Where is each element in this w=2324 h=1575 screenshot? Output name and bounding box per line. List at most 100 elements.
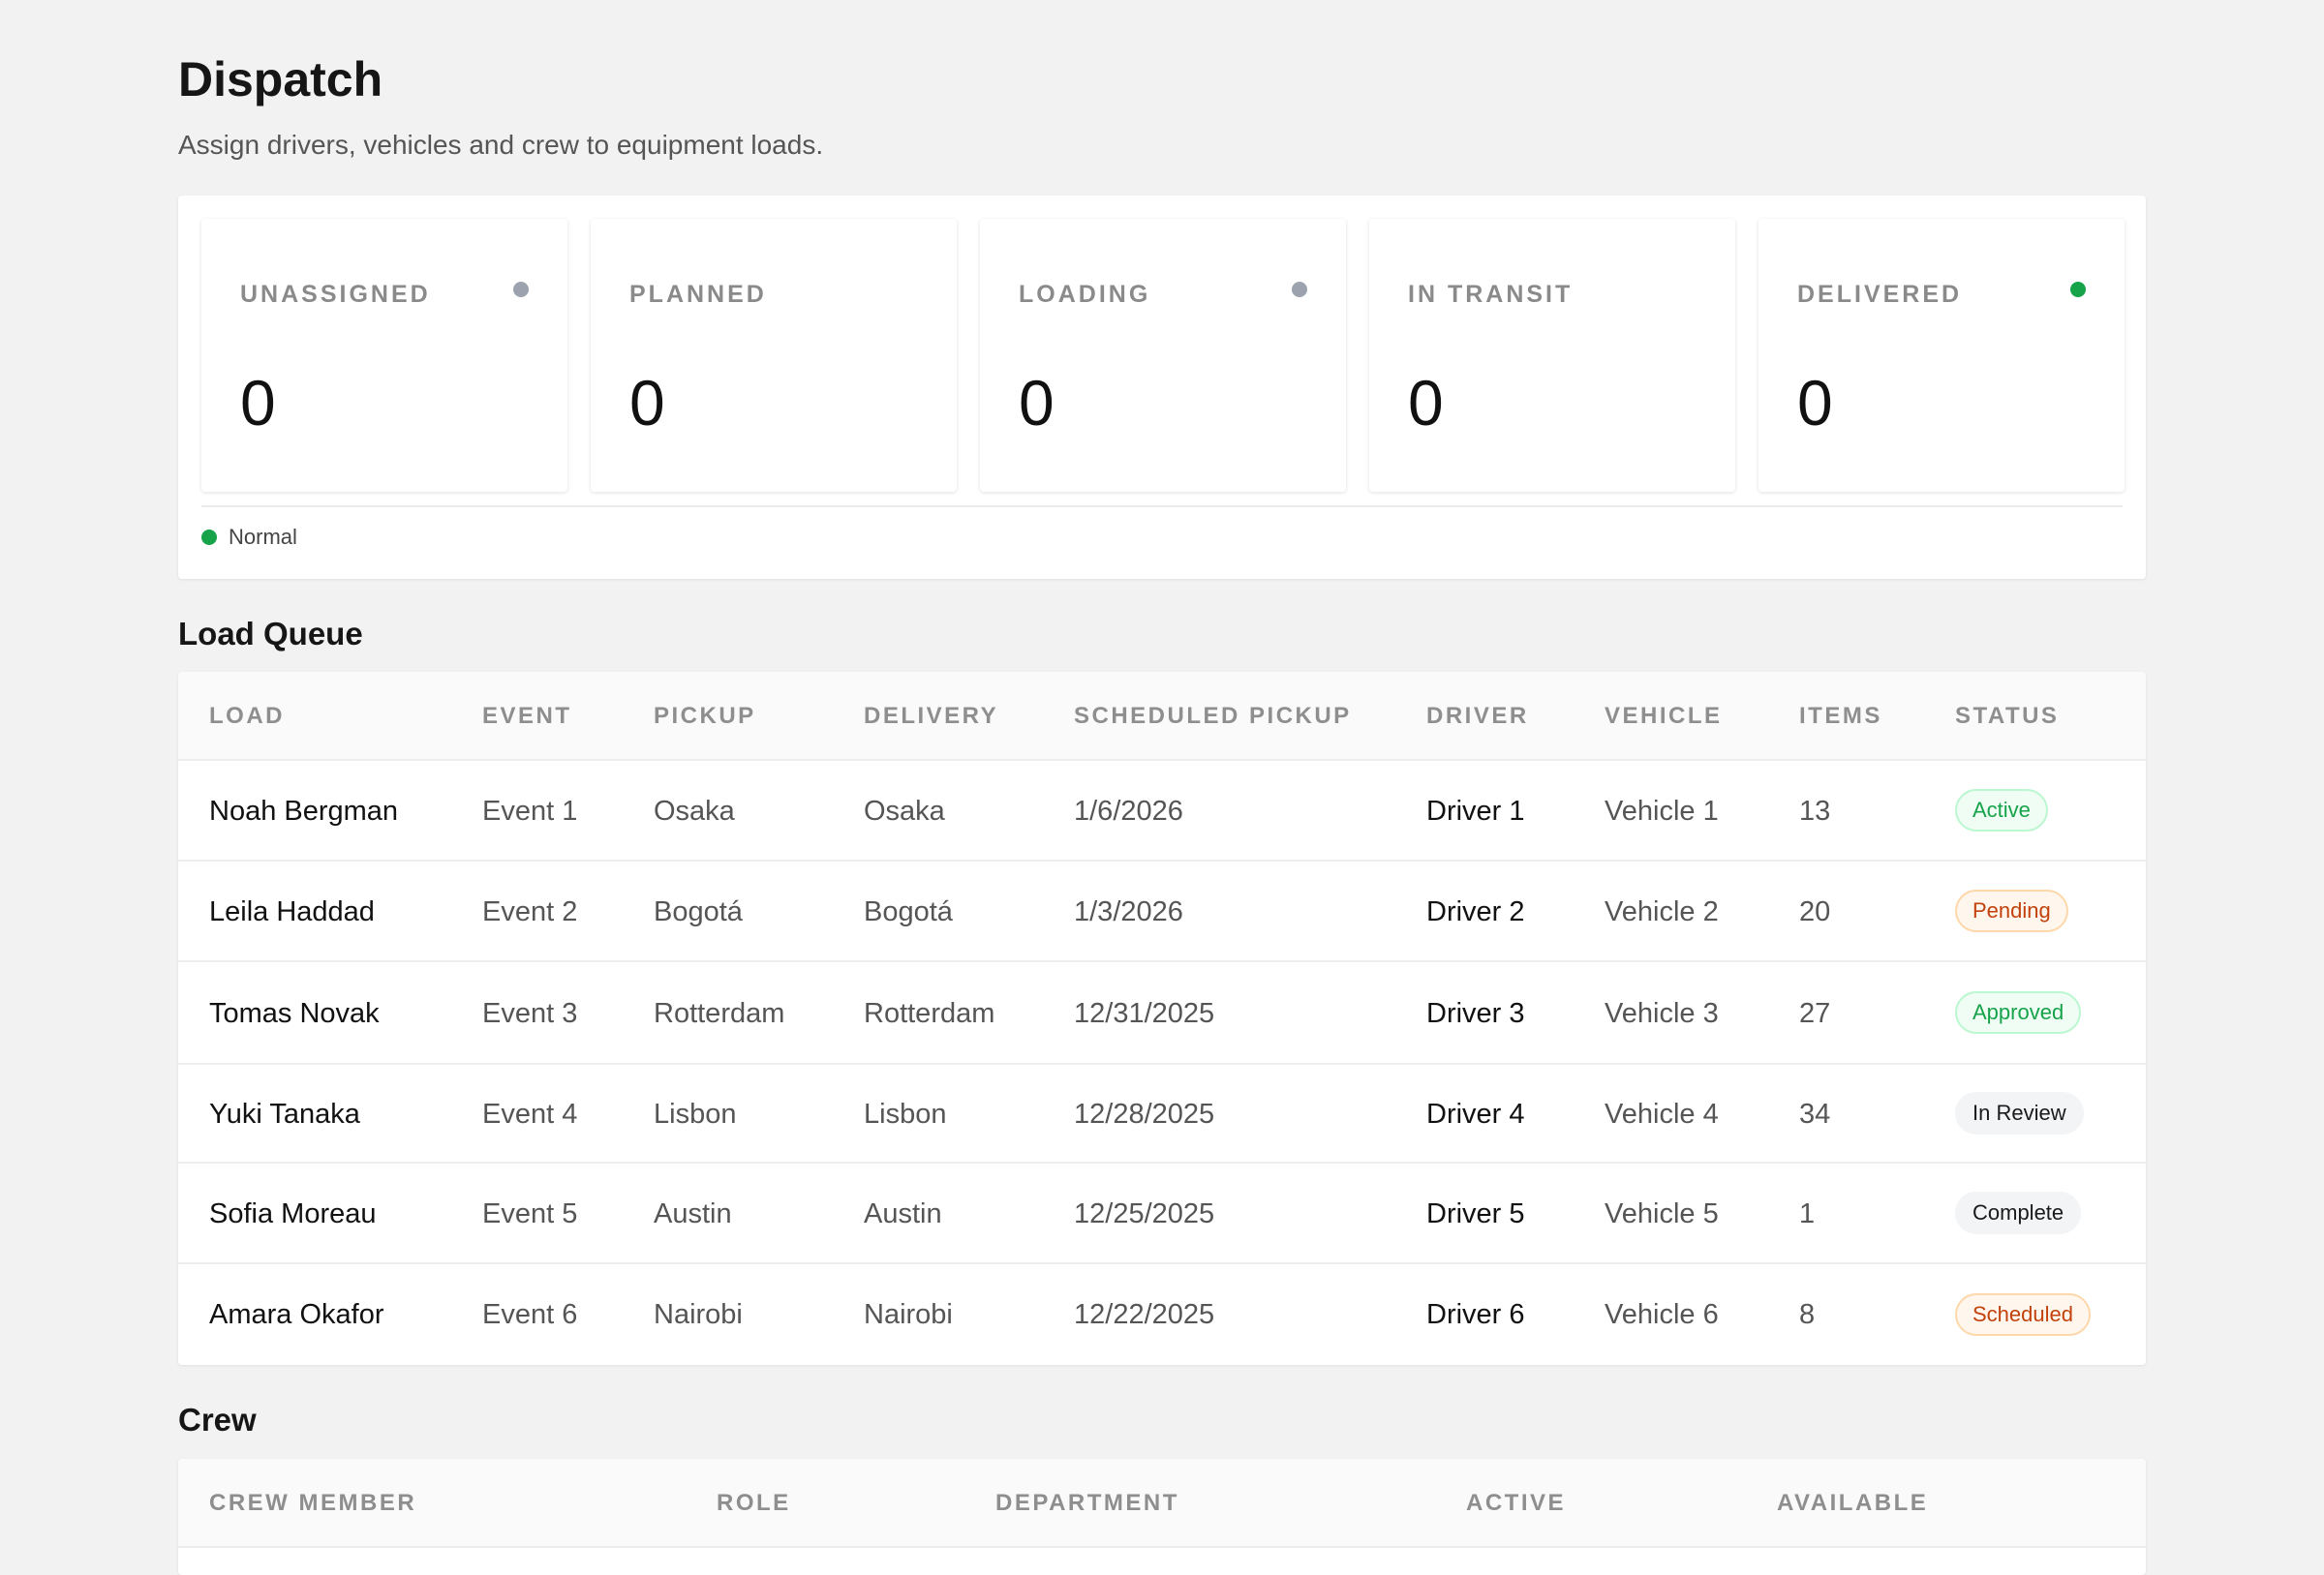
status-legend: Normal — [201, 525, 297, 550]
cell-vehicle: Vehicle 5 — [1605, 1198, 1719, 1229]
cell-delivery: Nairobi — [864, 1299, 953, 1330]
cell-scheduled: 12/22/2025 — [1074, 1299, 1215, 1330]
column-header-scheduled-pickup[interactable]: SCHEDULED PICKUP — [1074, 672, 1352, 761]
column-header-active[interactable]: ACTIVE — [1466, 1459, 1566, 1548]
column-header-role[interactable]: ROLE — [717, 1459, 791, 1548]
legend-label: Normal — [229, 525, 297, 549]
crew-title: Crew — [178, 1402, 257, 1438]
cell-pickup: Lisbon — [654, 1099, 737, 1130]
status-badge: Complete — [1955, 1192, 2082, 1234]
table-row[interactable]: Noah Bergman Event 1 Osaka Osaka 1/6/2026 Dri… — [178, 761, 2146, 862]
stats-panel: UNASSIGNED 0 PLANNED 0 LOADING 0 IN TRANSIT 0 DE… — [178, 196, 2146, 579]
load-queue-body: Noah Bergman Event 1 Osaka Osaka 1/6/2026 Dri… — [178, 761, 2146, 1365]
load-queue-header: LOAD EVENT PICKUP DELIVERY SCHEDULED PICKUP D… — [178, 672, 2146, 761]
table-row[interactable]: Amara Okafor Event 6 Nairobi Nairobi 12/22/2… — [178, 1264, 2146, 1365]
cell-event: Event 3 — [482, 998, 578, 1029]
stat-value: 0 — [1797, 367, 1833, 439]
cell-driver: Driver 1 — [1426, 796, 1525, 827]
page-subtitle: Assign drivers, vehicles and crew to equ… — [178, 130, 824, 160]
cell-items: 13 — [1799, 796, 1831, 827]
cell-scheduled: 12/31/2025 — [1074, 998, 1215, 1029]
stat-card-planned[interactable]: PLANNED 0 — [591, 219, 957, 492]
cell-scheduled: 12/25/2025 — [1074, 1198, 1215, 1229]
cell-delivery: Austin — [864, 1198, 942, 1229]
column-header-pickup[interactable]: PICKUP — [654, 672, 756, 761]
cell-driver: Driver 3 — [1426, 998, 1525, 1029]
cell-pickup: Nairobi — [654, 1299, 743, 1330]
table-row[interactable]: Sofia Moreau Event 5 Austin Austin 12/25/202… — [178, 1164, 2146, 1264]
page-title: Dispatch — [178, 52, 383, 106]
load-queue-title: Load Queue — [178, 616, 363, 651]
table-row[interactable]: Tomas Novak Event 3 Rotterdam Rotterdam 12/3… — [178, 962, 2146, 1065]
cell-event: Event 1 — [482, 796, 578, 827]
cell-driver: Driver 2 — [1426, 896, 1525, 927]
cell-pickup: Rotterdam — [654, 998, 785, 1029]
column-header-driver[interactable]: DRIVER — [1426, 672, 1529, 761]
column-header-load[interactable]: LOAD — [209, 672, 285, 761]
cell-items: 20 — [1799, 896, 1831, 927]
stat-card-unassigned[interactable]: UNASSIGNED 0 — [201, 219, 567, 492]
cell-pickup: Osaka — [654, 796, 735, 827]
cell-driver: Driver 4 — [1426, 1099, 1525, 1130]
status-dot-icon — [1292, 282, 1307, 297]
cell-event: Event 6 — [482, 1299, 578, 1330]
stat-cards: UNASSIGNED 0 PLANNED 0 LOADING 0 IN TRANSIT 0 DE… — [201, 219, 2125, 492]
legend-dot-icon — [201, 530, 217, 545]
cell-event: Event 5 — [482, 1198, 578, 1229]
cell-driver: Driver 6 — [1426, 1299, 1525, 1330]
cell-load: Tomas Novak — [209, 998, 380, 1029]
column-header-vehicle[interactable]: VEHICLE — [1605, 672, 1723, 761]
status-dot-icon — [2070, 282, 2086, 297]
status-badge: In Review — [1955, 1092, 2084, 1135]
cell-delivery: Rotterdam — [864, 998, 995, 1029]
cell-vehicle: Vehicle 4 — [1605, 1099, 1719, 1130]
stat-label: PLANNED — [629, 281, 767, 308]
stat-card-in-transit[interactable]: IN TRANSIT 0 — [1369, 219, 1735, 492]
cell-load: Noah Bergman — [209, 796, 399, 827]
column-header-event[interactable]: EVENT — [482, 672, 572, 761]
cell-vehicle: Vehicle 3 — [1605, 998, 1719, 1029]
cell-delivery: Lisbon — [864, 1099, 947, 1130]
cell-items: 8 — [1799, 1299, 1816, 1330]
table-row[interactable]: Leila Haddad Event 2 Bogotá Bogotá 1/3/2026 D… — [178, 862, 2146, 962]
cell-vehicle: Vehicle 2 — [1605, 896, 1719, 927]
stat-card-loading[interactable]: LOADING 0 — [980, 219, 1346, 492]
cell-scheduled: 1/3/2026 — [1074, 896, 1183, 927]
cell-vehicle: Vehicle 1 — [1605, 796, 1719, 827]
crew-header: CREW MEMBER ROLE DEPARTMENT ACTIVE AVAILABLE — [178, 1459, 2146, 1548]
cell-pickup: Bogotá — [654, 896, 743, 927]
cell-delivery: Bogotá — [864, 896, 953, 927]
cell-event: Event 2 — [482, 896, 578, 927]
stat-label: DELIVERED — [1797, 281, 1963, 308]
column-header-available[interactable]: AVAILABLE — [1777, 1459, 1928, 1548]
cell-driver: Driver 5 — [1426, 1198, 1525, 1229]
stat-card-delivered[interactable]: DELIVERED 0 — [1758, 219, 2125, 492]
crew-table: CREW MEMBER ROLE DEPARTMENT ACTIVE AVAILABLE — [178, 1459, 2146, 1575]
cell-delivery: Osaka — [864, 796, 945, 827]
cell-load: Amara Okafor — [209, 1299, 384, 1330]
column-header-delivery[interactable]: DELIVERY — [864, 672, 998, 761]
cell-items: 1 — [1799, 1198, 1816, 1229]
stat-label: LOADING — [1019, 281, 1151, 308]
column-header-status[interactable]: STATUS — [1955, 672, 2059, 761]
column-header-department[interactable]: DEPARTMENT — [995, 1459, 1179, 1548]
table-row[interactable]: Yuki Tanaka Event 4 Lisbon Lisbon 12/28/2025… — [178, 1065, 2146, 1164]
column-header-items[interactable]: ITEMS — [1799, 672, 1882, 761]
column-header-crew-member[interactable]: CREW MEMBER — [209, 1459, 416, 1548]
status-dot-icon — [513, 282, 529, 297]
stat-label: UNASSIGNED — [240, 281, 431, 308]
cell-scheduled: 1/6/2026 — [1074, 796, 1183, 827]
stat-value: 0 — [1019, 367, 1055, 439]
stat-label: IN TRANSIT — [1408, 281, 1574, 308]
stat-value: 0 — [629, 367, 665, 439]
status-badge: Scheduled — [1955, 1293, 2091, 1336]
cell-items: 27 — [1799, 998, 1831, 1029]
status-badge: Active — [1955, 789, 2048, 832]
status-badge: Approved — [1955, 991, 2082, 1034]
cell-vehicle: Vehicle 6 — [1605, 1299, 1719, 1330]
status-badge: Pending — [1955, 890, 2068, 932]
cell-load: Leila Haddad — [209, 896, 375, 927]
load-queue-table: LOAD EVENT PICKUP DELIVERY SCHEDULED PICKUP D… — [178, 672, 2146, 1365]
cell-load: Yuki Tanaka — [209, 1099, 360, 1130]
stat-value: 0 — [1408, 367, 1444, 439]
